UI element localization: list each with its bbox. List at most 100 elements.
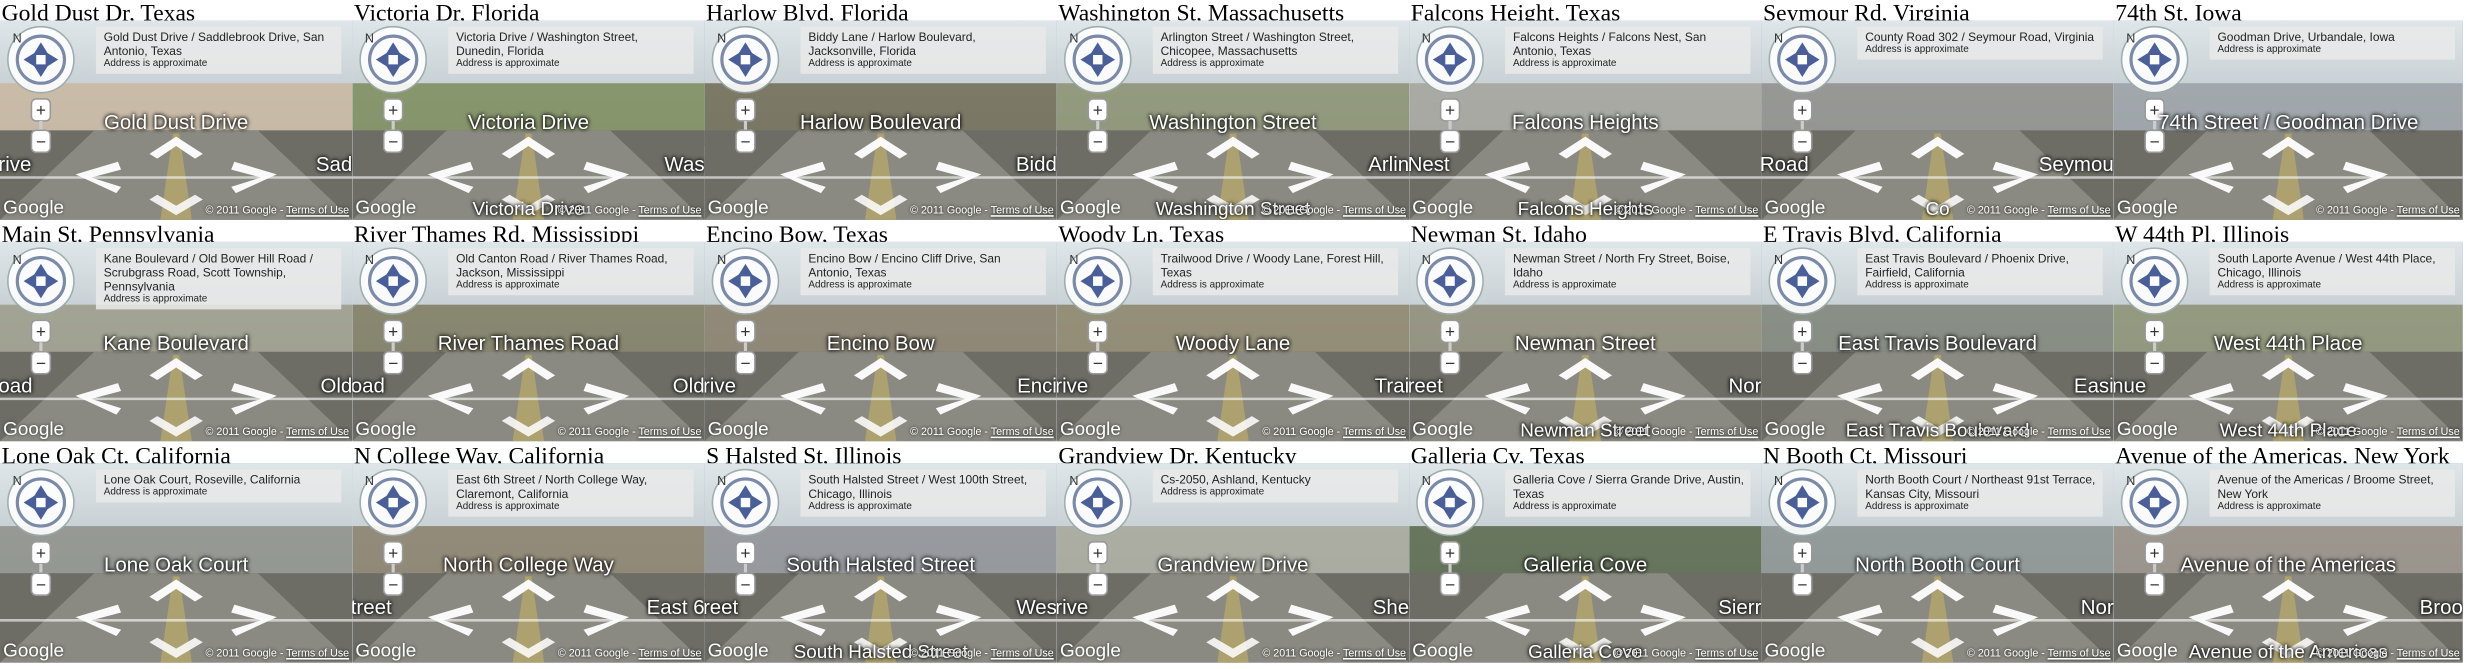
zoom-out-button[interactable]: −	[1797, 574, 1807, 594]
pan-control[interactable]: N + −	[1062, 466, 1134, 607]
terms-of-use-link[interactable]: Terms of Use	[2048, 206, 2111, 217]
zoom-out-button[interactable]: −	[740, 132, 750, 152]
terms-of-use-link[interactable]: Terms of Use	[991, 206, 1054, 217]
street-view-image[interactable]: N + − Newman Street / North Fry Street, Boi…	[1409, 241, 1762, 442]
zoom-in-button[interactable]: +	[2150, 543, 2160, 563]
terms-of-use-link[interactable]: Terms of Use	[1695, 427, 1758, 438]
google-logo[interactable]: Google	[3, 639, 64, 661]
google-logo[interactable]: Google	[3, 418, 64, 440]
street-view-image[interactable]: N + − Goodman Drive, Urbandale, Iowa Address…	[2113, 20, 2463, 220]
terms-of-use-link[interactable]: Terms of Use	[638, 649, 701, 660]
zoom-out-button[interactable]: −	[1445, 353, 1455, 373]
pan-control[interactable]: N + −	[1414, 245, 1486, 386]
street-view-panel[interactable]: Main St, Pennsylvania N + − Kane Boulevard /…	[0, 221, 353, 442]
street-view-image[interactable]: N + − Arlington Street / Washington Street,…	[1056, 20, 1410, 220]
zoom-out-button[interactable]: −	[1093, 132, 1103, 152]
zoom-out-button[interactable]: −	[36, 574, 46, 594]
zoom-in-button[interactable]: +	[740, 543, 750, 563]
street-view-image[interactable]: N + − Trailwood Drive / Woody Lane, Forest …	[1056, 241, 1410, 442]
street-view-image[interactable]: N + − Gold Dust Drive / Saddlebrook Drive, …	[0, 20, 353, 220]
street-view-panel[interactable]: Encino Bow, Texas N + − Encino Bow / Encino …	[704, 221, 1057, 442]
terms-of-use-link[interactable]: Terms of Use	[2397, 427, 2460, 438]
terms-of-use-link[interactable]: Terms of Use	[2048, 649, 2111, 660]
terms-of-use-link[interactable]: Terms of Use	[2397, 649, 2460, 660]
street-view-image[interactable]: N + − South Halsted Street / West 100th Str…	[704, 463, 1057, 663]
zoom-in-button[interactable]: +	[36, 100, 46, 120]
terms-of-use-link[interactable]: Terms of Use	[2397, 206, 2460, 217]
street-view-image[interactable]: N + − Lone Oak Court, Roseville, California…	[0, 463, 353, 663]
terms-of-use-link[interactable]: Terms of Use	[638, 206, 701, 217]
pan-control[interactable]: N + −	[357, 466, 429, 607]
zoom-out-button[interactable]: −	[1445, 574, 1455, 594]
street-view-image[interactable]: N + − Galleria Cove / Sierra Grande Drive, …	[1409, 463, 1762, 663]
street-view-image[interactable]: N + − Biddy Lane / Harlow Boulevard, Jackso…	[704, 20, 1057, 220]
street-view-panel[interactable]: Washington St, Massachusetts N + − Arlington…	[1056, 0, 1410, 221]
pan-control[interactable]: N + −	[357, 24, 429, 165]
zoom-in-button[interactable]: +	[1797, 543, 1807, 563]
street-view-panel[interactable]: Newman St, Idaho N + − Newman Street / North…	[1409, 221, 1762, 442]
street-view-panel[interactable]: Lone Oak Ct, California N + − Lone Oak Court…	[0, 443, 353, 664]
zoom-out-button[interactable]: −	[740, 353, 750, 373]
street-view-panel[interactable]: Woody Ln, Texas N + − Trailwood Drive / Wood…	[1056, 221, 1410, 442]
google-logo[interactable]: Google	[355, 639, 416, 661]
zoom-in-button[interactable]: +	[36, 322, 46, 342]
terms-of-use-link[interactable]: Terms of Use	[991, 649, 1054, 660]
zoom-in-button[interactable]: +	[1797, 322, 1807, 342]
zoom-in-button[interactable]: +	[1093, 543, 1103, 563]
street-view-panel[interactable]: E Travis Blvd, California N + − East Travis …	[1761, 221, 2114, 442]
pan-control[interactable]: N + −	[1766, 24, 1838, 165]
pan-control[interactable]: N + −	[1766, 245, 1838, 386]
zoom-out-button[interactable]: −	[388, 132, 398, 152]
street-view-image[interactable]: N + − Cs-2050, Ashland, Kentucky Address is …	[1056, 463, 1410, 663]
terms-of-use-link[interactable]: Terms of Use	[1343, 427, 1406, 438]
pan-control[interactable]: N + −	[709, 245, 781, 386]
street-view-image[interactable]: N + − South Laporte Avenue / West 44th Plac…	[2113, 241, 2463, 442]
google-logo[interactable]: Google	[2117, 639, 2178, 661]
street-view-image[interactable]: N + − Victoria Drive / Washington Street, D…	[352, 20, 705, 220]
zoom-out-button[interactable]: −	[1093, 353, 1103, 373]
street-view-panel[interactable]: N College Way, California N + − East 6th Str…	[352, 443, 705, 664]
street-view-image[interactable]: N + − Avenue of the Americas / Broome Stree…	[2113, 463, 2463, 663]
street-view-image[interactable]: N + − County Road 302 / Seymour Road, Virgi…	[1761, 20, 2114, 220]
zoom-in-button[interactable]: +	[740, 100, 750, 120]
street-view-panel[interactable]: Avenue of the Americas, New York N + − Avenu…	[2113, 443, 2463, 664]
pan-control[interactable]: N + −	[1062, 24, 1134, 165]
street-view-panel[interactable]: Galleria Cv, Texas N + − Galleria Cove / Sie…	[1409, 443, 1762, 664]
zoom-out-button[interactable]: −	[2150, 132, 2160, 152]
terms-of-use-link[interactable]: Terms of Use	[1343, 649, 1406, 660]
pan-control[interactable]: N + −	[709, 466, 781, 607]
google-logo[interactable]: Google	[1765, 196, 1826, 218]
zoom-in-button[interactable]: +	[388, 543, 398, 563]
street-view-image[interactable]: N + − East Travis Boulevard / Phoenix Drive…	[1761, 241, 2114, 442]
street-view-panel[interactable]: 74th St, Iowa N + − Goodman Drive, Urbandale…	[2113, 0, 2463, 221]
zoom-in-button[interactable]: +	[1445, 543, 1455, 563]
street-view-panel[interactable]: Victoria Dr, Florida N + − Victoria Drive / …	[352, 0, 705, 221]
zoom-in-button[interactable]: +	[1093, 322, 1103, 342]
zoom-in-button[interactable]: +	[1445, 322, 1455, 342]
zoom-in-button[interactable]: +	[2150, 322, 2160, 342]
terms-of-use-link[interactable]: Terms of Use	[638, 427, 701, 438]
google-logo[interactable]: Google	[708, 196, 769, 218]
zoom-out-button[interactable]: −	[740, 574, 750, 594]
street-view-image[interactable]: N + − Falcons Heights / Falcons Nest, San A…	[1409, 20, 1762, 220]
pan-control[interactable]: N + −	[2118, 466, 2190, 607]
google-logo[interactable]: Google	[1765, 639, 1826, 661]
google-logo[interactable]: Google	[355, 418, 416, 440]
zoom-out-button[interactable]: −	[36, 353, 46, 373]
google-logo[interactable]: Google	[1765, 418, 1826, 440]
street-view-panel[interactable]: S Halsted St, Illinois N + − South Halsted S…	[704, 443, 1057, 664]
pan-control[interactable]: N + −	[2118, 245, 2190, 386]
google-logo[interactable]: Google	[2117, 196, 2178, 218]
google-logo[interactable]: Google	[1412, 196, 1473, 218]
google-logo[interactable]: Google	[708, 418, 769, 440]
zoom-out-button[interactable]: −	[1445, 132, 1455, 152]
google-logo[interactable]: Google	[355, 196, 416, 218]
street-view-image[interactable]: N + − North Booth Court / Northeast 91st Te…	[1761, 463, 2114, 663]
zoom-out-button[interactable]: −	[388, 353, 398, 373]
terms-of-use-link[interactable]: Terms of Use	[1343, 206, 1406, 217]
pan-control[interactable]: N + −	[2118, 24, 2190, 165]
google-logo[interactable]: Google	[1060, 196, 1121, 218]
terms-of-use-link[interactable]: Terms of Use	[286, 427, 349, 438]
zoom-in-button[interactable]: +	[1445, 100, 1455, 120]
google-logo[interactable]: Google	[1412, 418, 1473, 440]
